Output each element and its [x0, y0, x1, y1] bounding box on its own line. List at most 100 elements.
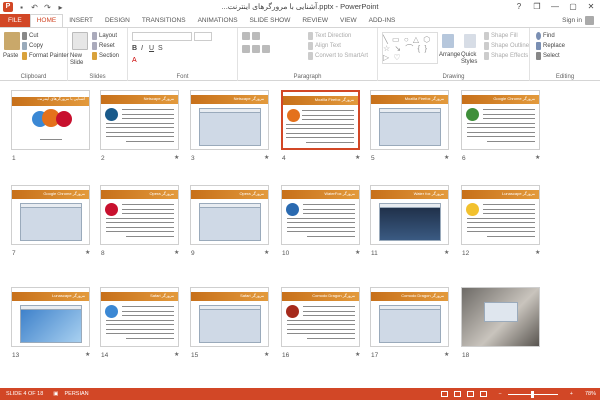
italic-button[interactable]: I [141, 45, 143, 52]
slide-thumbnail[interactable]: Lunascape مرورگر [461, 185, 540, 245]
minimize-button[interactable]: — [546, 0, 564, 14]
transition-star-icon[interactable]: ★ [264, 154, 269, 161]
transition-star-icon[interactable]: ★ [264, 351, 269, 358]
arrange-button[interactable]: Arrange [439, 52, 460, 58]
slide-thumbnail[interactable]: Safari مرورگر [190, 287, 269, 347]
shape-outline-button[interactable]: Shape Outline [484, 42, 529, 50]
slide-thumbnail[interactable]: Comodo Dragon مرورگر [370, 287, 449, 347]
slide-thumbnail[interactable]: Opera مرورگر [100, 185, 179, 245]
slide-thumbnail[interactable]: آشنایی با مرورگرهای اینترنت [11, 90, 90, 150]
copy-button[interactable]: Copy [22, 42, 43, 50]
layout-button[interactable]: Layout [92, 32, 117, 40]
align-buttons[interactable] [242, 45, 270, 53]
slide-thumbnail[interactable]: Opera مرورگر [190, 185, 269, 245]
shape-effects-button[interactable]: Shape Effects [484, 52, 528, 60]
powerpoint-icon: P [3, 2, 13, 12]
transition-star-icon[interactable]: ★ [174, 351, 179, 358]
tab-insert[interactable]: INSERT [63, 14, 99, 27]
slide-thumbnail[interactable]: Safari مرورگر [100, 287, 179, 347]
align-text-button[interactable]: Align Text [308, 42, 341, 50]
font-size-box[interactable] [194, 32, 212, 41]
transition-star-icon[interactable]: ★ [85, 351, 90, 358]
text-line [122, 310, 174, 312]
shadow-button[interactable]: S [158, 45, 163, 52]
reading-view-icon[interactable] [466, 391, 474, 397]
tab-view[interactable]: VIEW [334, 14, 363, 27]
slide-thumbnail[interactable]: Comodo Dragon مرورگر [281, 287, 360, 347]
select-button[interactable]: Select [536, 52, 560, 60]
transition-star-icon[interactable]: ★ [174, 249, 179, 256]
tab-transitions[interactable]: TRANSITIONS [136, 14, 192, 27]
zoom-level[interactable]: 78% [585, 391, 596, 397]
section-button[interactable]: Section [92, 52, 119, 60]
transition-star-icon[interactable]: ★ [355, 351, 360, 358]
slide-thumbnail[interactable]: Netscape مرورگر [190, 90, 269, 150]
proofing-icon[interactable]: ▣ [53, 391, 58, 397]
new-slide-button[interactable]: New Slide [70, 53, 90, 67]
save-icon[interactable]: ▪ [17, 3, 26, 12]
shapes-gallery[interactable]: ╲ ▭ ○ △ ⬡ ☆ ↘ ⌒ { } ▷ ♡ [382, 32, 438, 64]
underline-button[interactable]: U [149, 45, 154, 52]
text-direction-button[interactable]: Text Direction [308, 32, 351, 40]
transition-star-icon[interactable]: ★ [355, 249, 360, 256]
smartart-button[interactable]: Convert to SmartArt [308, 52, 368, 60]
tab-animations[interactable]: ANIMATIONS [192, 14, 244, 27]
tab-file[interactable]: FILE [0, 14, 30, 27]
tab-slide-show[interactable]: SLIDE SHOW [244, 14, 297, 27]
text-line [307, 337, 355, 339]
slide-thumbnail[interactable] [461, 287, 540, 347]
cut-button[interactable]: Cut [22, 32, 38, 40]
present-icon[interactable]: ▸ [56, 3, 65, 12]
transition-star-icon[interactable]: ★ [85, 249, 90, 256]
undo-icon[interactable]: ↶ [30, 3, 39, 12]
font-name-box[interactable] [132, 32, 192, 41]
reset-button[interactable]: Reset [92, 42, 115, 50]
slide-thumbnail[interactable]: Google Chrome مرورگر [11, 185, 90, 245]
transition-star-icon[interactable]: ★ [535, 249, 540, 256]
slideshow-icon[interactable] [479, 391, 487, 397]
bullets-button[interactable] [242, 32, 260, 40]
language-indicator[interactable]: PERSIAN [65, 391, 89, 397]
bold-button[interactable]: B [132, 45, 137, 52]
slide-sorter-icon[interactable] [453, 391, 461, 397]
ribbon-display-button[interactable]: ❐ [528, 0, 546, 14]
transition-star-icon[interactable]: ★ [444, 154, 449, 161]
text-line [106, 328, 174, 330]
zoom-thumb[interactable] [531, 390, 535, 398]
format-painter-button[interactable]: Format Painter [22, 52, 69, 60]
transition-star-icon[interactable]: ★ [264, 249, 269, 256]
help-button[interactable]: ? [510, 0, 528, 14]
find-button[interactable]: Find [536, 32, 555, 40]
transition-star-icon[interactable]: ★ [444, 351, 449, 358]
tab-home[interactable]: HOME [29, 14, 64, 27]
redo-icon[interactable]: ↷ [43, 3, 52, 12]
transition-star-icon[interactable]: ★ [535, 154, 540, 161]
tab-review[interactable]: REVIEW [296, 14, 334, 27]
maximize-button[interactable]: ▢ [564, 0, 582, 14]
slide-number: 3 [191, 155, 195, 162]
slide-thumbnail[interactable]: Mozilla Firefox مرورگر [370, 90, 449, 150]
slide-thumbnail[interactable]: Water fox مرورگر [370, 185, 449, 245]
transition-star-icon[interactable]: ★ [444, 249, 449, 256]
slide-thumbnail[interactable]: Google Chrome مرورگر [461, 90, 540, 150]
slide-thumbnail[interactable]: Mozilla Firefox مرورگر [281, 90, 360, 150]
shape-fill-button[interactable]: Shape Fill [484, 32, 518, 40]
zoom-in-button[interactable]: + [570, 391, 573, 397]
slide-thumbnail[interactable]: WaterFox مرورگر [281, 185, 360, 245]
slide-thumbnail[interactable]: Lunascape مرورگر [11, 287, 90, 347]
transition-star-icon[interactable]: ★ [174, 154, 179, 161]
normal-view-icon[interactable] [440, 391, 448, 397]
zoom-out-button[interactable]: − [499, 391, 502, 397]
font-color-button[interactable]: A [132, 57, 137, 64]
slide-thumbnail[interactable]: Netscape مرورگر [100, 90, 179, 150]
tab-design[interactable]: DESIGN [99, 14, 136, 27]
paragraph-group: Text Direction Align Text Convert to Sma… [238, 28, 378, 81]
close-button[interactable]: ✕ [582, 0, 600, 14]
sign-in[interactable]: Sign in [562, 14, 594, 27]
paste-button[interactable]: Paste [3, 53, 18, 59]
quick-styles-button[interactable]: Quick Styles [461, 52, 481, 66]
tab-add-ins[interactable]: ADD-INS [363, 14, 402, 27]
zoom-slider[interactable] [507, 390, 558, 398]
replace-button[interactable]: Replace [536, 42, 565, 50]
transition-star-icon[interactable]: ★ [355, 154, 360, 161]
